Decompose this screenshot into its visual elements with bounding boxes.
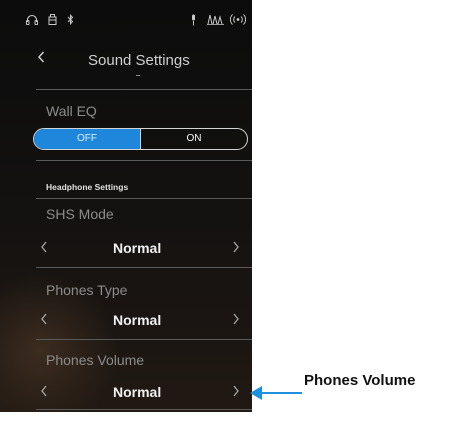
- wall-eq-label: Wall EQ: [46, 103, 97, 119]
- phones-type-label: Phones Type: [46, 282, 128, 298]
- chevron-left-icon: [38, 51, 45, 63]
- phones-volume-value: Normal: [113, 384, 162, 400]
- headphone-icon: [26, 14, 38, 28]
- wireless-icon: [229, 14, 247, 28]
- page-title: Sound Settings: [88, 52, 190, 69]
- phones-type-next-button[interactable]: [232, 312, 240, 330]
- shs-mode-divider: [36, 267, 252, 268]
- bluetooth-icon: [67, 13, 74, 28]
- chevron-right-icon: [233, 313, 239, 325]
- wall-eq-on-option[interactable]: ON: [141, 129, 247, 149]
- usb-icon: [48, 14, 57, 28]
- phones-type-selector: Normal: [0, 311, 252, 333]
- metronome-icon: [207, 14, 225, 28]
- shs-mode-prev-button[interactable]: [40, 240, 48, 258]
- phones-type-divider: [36, 339, 252, 340]
- title-indicator: [136, 75, 140, 76]
- piano-screen: Sound Settings Wall EQ OFF ON Headphone …: [0, 0, 252, 412]
- phones-volume-next-button[interactable]: [232, 384, 240, 402]
- mic-icon: [190, 14, 197, 29]
- chevron-left-icon: [41, 241, 47, 253]
- phones-volume-selector: Normal: [0, 383, 252, 405]
- callout-label: Phones Volume: [304, 372, 416, 389]
- shs-mode-next-button[interactable]: [232, 240, 240, 258]
- phones-volume-divider: [36, 409, 252, 410]
- chevron-right-icon: [233, 385, 239, 397]
- wall-eq-toggle[interactable]: OFF ON: [33, 128, 248, 150]
- shs-mode-label: SHS Mode: [46, 206, 114, 222]
- section-title-divider: [36, 198, 252, 199]
- phones-volume-prev-button[interactable]: [40, 384, 48, 402]
- phones-type-prev-button[interactable]: [40, 312, 48, 330]
- headphone-section-title: Headphone Settings: [46, 182, 129, 192]
- chevron-left-icon: [41, 385, 47, 397]
- header-divider: [36, 89, 252, 90]
- phones-volume-label: Phones Volume: [46, 352, 145, 368]
- chevron-right-icon: [233, 241, 239, 253]
- phones-type-value: Normal: [113, 312, 162, 328]
- status-bar: [26, 13, 247, 30]
- wall-eq-off-option[interactable]: OFF: [34, 129, 141, 149]
- header: Sound Settings: [0, 45, 252, 81]
- chevron-left-icon: [41, 313, 47, 325]
- back-button[interactable]: [36, 45, 46, 73]
- shs-mode-value: Normal: [113, 240, 162, 256]
- shs-mode-selector: Normal: [0, 239, 252, 261]
- section-divider: [36, 160, 252, 161]
